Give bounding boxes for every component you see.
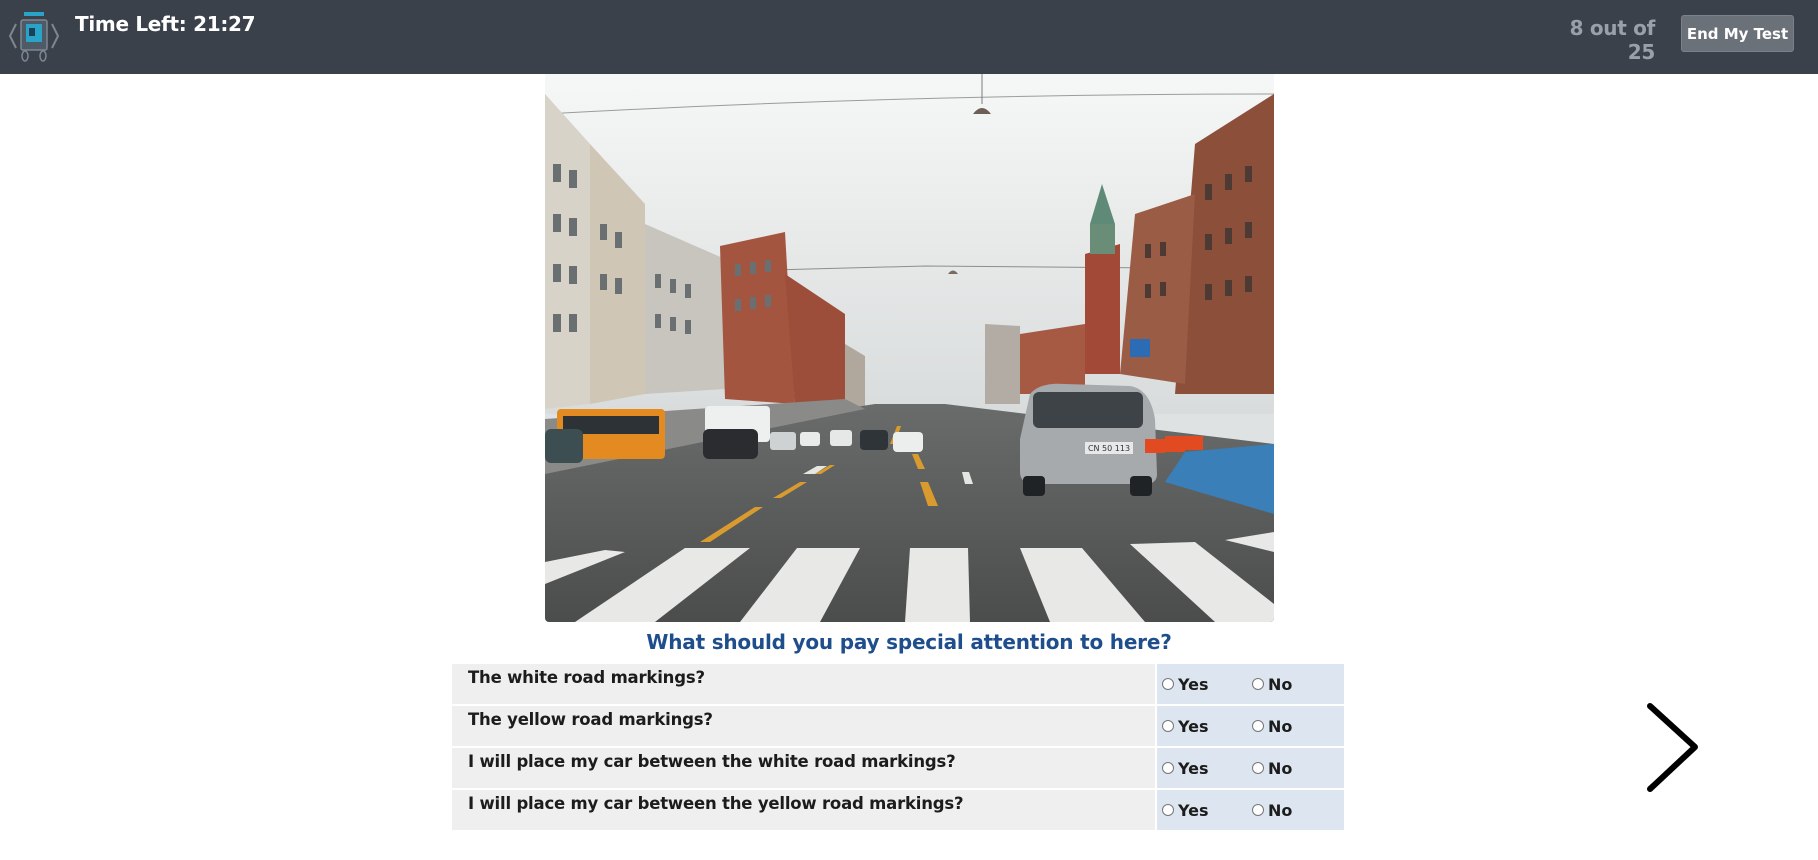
no-label: No [1268, 716, 1293, 736]
yes-label: Yes [1178, 800, 1209, 820]
table-row: The white road markings? Yes No [452, 664, 1344, 704]
yes-label: Yes [1178, 674, 1209, 694]
no-radio[interactable] [1252, 804, 1264, 816]
statement-text: The yellow road markings? [452, 706, 1155, 746]
no-radio[interactable] [1252, 720, 1264, 732]
statement-text: I will place my car between the white ro… [452, 748, 1155, 788]
no-radio[interactable] [1252, 678, 1264, 690]
question-photo: CN 50 113 [545, 74, 1274, 622]
table-row: I will place my car between the yellow r… [452, 790, 1344, 830]
yes-radio[interactable] [1162, 678, 1174, 690]
choice-group: Yes No [1157, 706, 1344, 746]
yes-radio[interactable] [1162, 720, 1174, 732]
yes-option[interactable]: Yes [1162, 717, 1252, 736]
time-left: Time Left: 21:27 [75, 12, 256, 36]
test-logo-icon [8, 10, 60, 62]
statement-text: The white road markings? [452, 664, 1155, 704]
no-option[interactable]: No [1252, 717, 1342, 736]
no-label: No [1268, 800, 1293, 820]
next-question-button[interactable] [1640, 700, 1700, 795]
no-label: No [1268, 674, 1293, 694]
yes-option[interactable]: Yes [1162, 675, 1252, 694]
yes-label: Yes [1178, 716, 1209, 736]
question-progress: 8 out of 25 [1569, 16, 1656, 64]
statement-text: I will place my car between the yellow r… [452, 790, 1155, 830]
license-plate: CN 50 113 [1088, 444, 1130, 453]
table-row: I will place my car between the white ro… [452, 748, 1344, 788]
yes-label: Yes [1178, 758, 1209, 778]
answer-table: The white road markings? Yes No The yell… [452, 664, 1344, 832]
no-option[interactable]: No [1252, 759, 1342, 778]
choice-group: Yes No [1157, 790, 1344, 830]
chevron-right-icon [1647, 703, 1698, 792]
table-row: The yellow road markings? Yes No [452, 706, 1344, 746]
choice-group: Yes No [1157, 664, 1344, 704]
no-option[interactable]: No [1252, 801, 1342, 820]
yes-option[interactable]: Yes [1162, 759, 1252, 778]
no-option[interactable]: No [1252, 675, 1342, 694]
yes-radio[interactable] [1162, 804, 1174, 816]
yes-radio[interactable] [1162, 762, 1174, 774]
no-label: No [1268, 758, 1293, 778]
no-radio[interactable] [1252, 762, 1264, 774]
end-test-button[interactable]: End My Test [1681, 15, 1794, 52]
top-bar: Time Left: 21:27 8 out of 25 End My Test [0, 0, 1818, 74]
yes-option[interactable]: Yes [1162, 801, 1252, 820]
question-text: What should you pay special attention to… [646, 630, 1172, 654]
choice-group: Yes No [1157, 748, 1344, 788]
